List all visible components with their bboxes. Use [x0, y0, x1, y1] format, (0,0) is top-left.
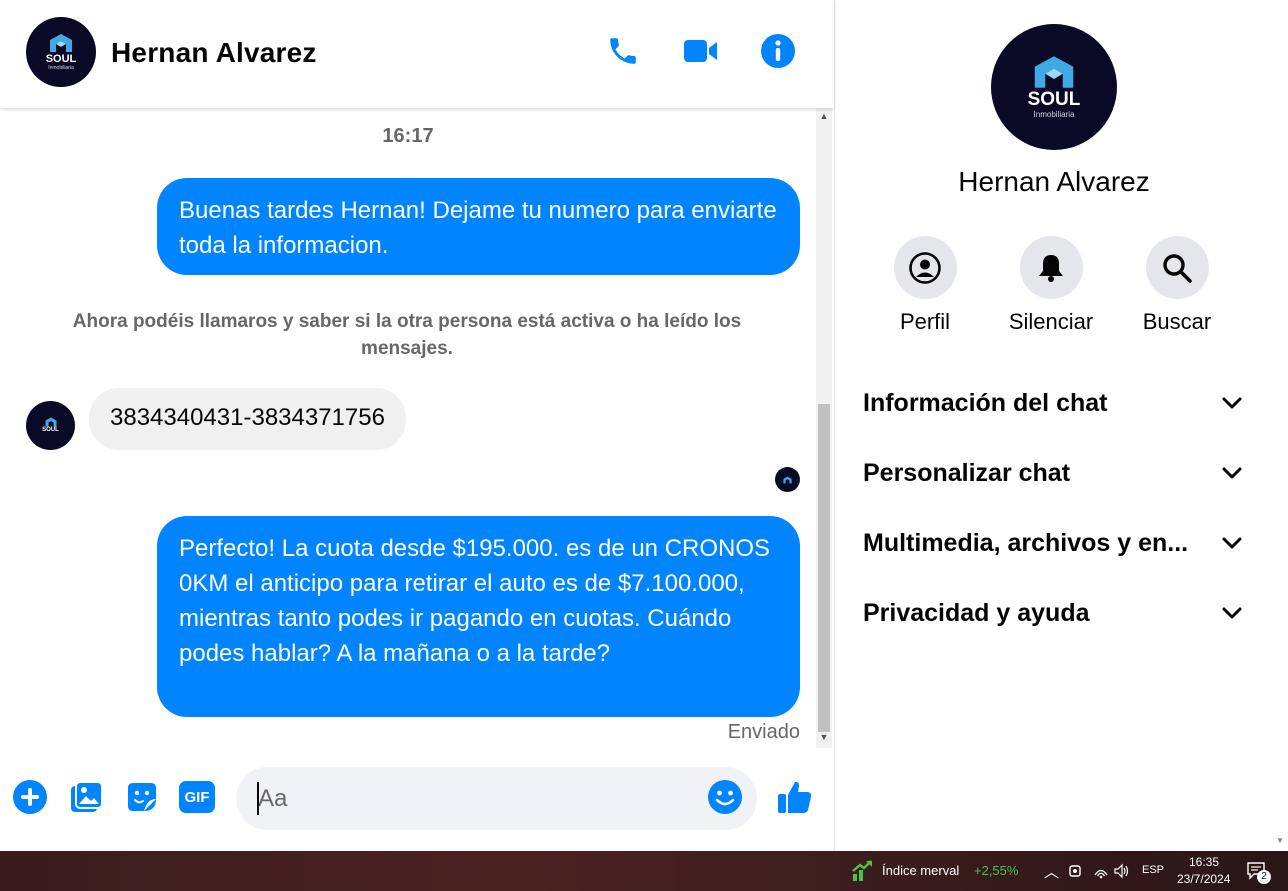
chevron-down-icon	[1222, 607, 1242, 619]
scroll-down-arrow-icon[interactable]: ▼	[819, 732, 829, 742]
system-notice: Ahora podéis llamaros y saber si la otra…	[72, 311, 742, 359]
contact-avatar[interactable]: SOUL	[26, 401, 75, 450]
speaker-icon[interactable]	[1113, 863, 1131, 879]
chat-pane: SOUL Inmobiliaria Hernan Alvarez 16:17 B…	[0, 0, 834, 851]
action-mute[interactable]: Silenciar	[996, 236, 1106, 335]
ticker-change: +2,55%	[974, 863, 1019, 878]
composer: GIF	[0, 755, 834, 845]
sticker-icon	[128, 783, 156, 811]
chat-info-panel: SOUL Inmobiliaria Hernan Alvarez Perfil …	[834, 0, 1288, 851]
read-receipt-avatar	[775, 467, 800, 492]
chat-header: SOUL Inmobiliaria Hernan Alvarez	[0, 0, 834, 108]
outgoing-message[interactable]: Perfecto! La cuota desde $195.000. es de…	[157, 516, 800, 717]
message-scrollbar[interactable]: ▲ ▼	[816, 108, 832, 748]
ticker-name[interactable]: Índice merval	[882, 863, 959, 878]
incoming-message[interactable]: 3834340431-3834371756	[89, 388, 406, 450]
emoji-icon	[708, 780, 742, 814]
soul-logo-icon	[783, 476, 792, 483]
thumbs-up-icon	[778, 781, 812, 813]
section-customize-chat[interactable]: Personalizar chat	[863, 453, 1243, 493]
contact-name[interactable]: Hernan Alvarez	[111, 37, 317, 69]
section-label: Personalizar chat	[863, 458, 1071, 487]
avatar[interactable]: SOUL Inmobiliaria	[26, 17, 96, 87]
more-actions-button[interactable]	[10, 777, 50, 817]
avatar-brand: SOUL	[1027, 89, 1081, 110]
taskbar: Índice merval +2,55% ︿ ESP 16:35 23/7/20…	[0, 851, 1288, 891]
language-indicator[interactable]: ESP	[1142, 864, 1164, 876]
bell-icon	[1039, 254, 1063, 282]
gif-icon: GIF	[179, 781, 215, 813]
action-search[interactable]: Buscar	[1122, 236, 1232, 335]
section-media-files[interactable]: Multimedia, archivos y en...	[863, 523, 1243, 563]
mute-button[interactable]	[1019, 236, 1083, 299]
attach-photo-button[interactable]	[66, 777, 106, 817]
stock-up-icon	[852, 860, 872, 881]
avatar-brand: SOUL	[45, 53, 77, 65]
gif-label: GIF	[184, 788, 210, 806]
scroll-up-arrow-icon[interactable]: ▲	[819, 111, 829, 121]
sent-status: Enviado	[727, 721, 800, 743]
panel-scroll-down-arrow-icon[interactable]: ▼	[1276, 836, 1284, 845]
avatar-brand: SOUL	[42, 427, 59, 433]
clock-date[interactable]: 23/7/2024	[1177, 872, 1230, 886]
chevron-down-icon	[1222, 397, 1242, 409]
chevron-down-icon	[1222, 467, 1242, 479]
section-chat-info[interactable]: Información del chat	[863, 383, 1243, 423]
wifi-icon[interactable]	[1093, 863, 1109, 879]
avatar-sub: Inmobiliaria	[48, 65, 74, 71]
search-button[interactable]	[1145, 236, 1209, 299]
section-privacy-help[interactable]: Privacidad y ayuda	[863, 593, 1243, 633]
profile-avatar[interactable]: SOUL Inmobiliaria	[991, 24, 1117, 150]
info-icon	[761, 34, 795, 68]
profile-icon	[909, 251, 941, 284]
message-list[interactable]: 16:17 Buenas tardes Hernan! Dejame tu nu…	[0, 108, 816, 748]
like-button[interactable]	[775, 777, 815, 817]
soul-logo-icon	[50, 34, 72, 52]
meet-icon[interactable]	[1068, 863, 1082, 879]
clock-time[interactable]: 16:35	[1189, 855, 1219, 869]
chevron-down-icon	[1222, 537, 1242, 549]
avatar-sub: Inmobiliaria	[1033, 110, 1075, 119]
action-profile[interactable]: Perfil	[870, 236, 980, 335]
phone-icon	[610, 38, 636, 64]
text-caret	[257, 782, 259, 815]
show-hidden-icons-chevron-icon[interactable]: ︿	[1044, 861, 1059, 882]
photo-gallery-icon	[71, 781, 103, 812]
call-button[interactable]	[605, 33, 641, 69]
emoji-button[interactable]	[705, 777, 745, 817]
info-button[interactable]	[760, 33, 796, 69]
profile-button[interactable]	[893, 236, 957, 299]
section-label: Privacidad y ayuda	[863, 598, 1090, 627]
scroll-thumb[interactable]	[818, 404, 830, 732]
action-label: Buscar	[1142, 309, 1212, 334]
notification-count-badge: 2	[1257, 870, 1271, 884]
outgoing-message[interactable]: Buenas tardes Hernan! Dejame tu numero p…	[157, 178, 800, 275]
plus-circle-icon	[13, 780, 47, 814]
sticker-button[interactable]	[122, 777, 162, 817]
soul-logo-icon	[45, 417, 56, 427]
gif-button[interactable]: GIF	[177, 777, 217, 817]
video-call-button[interactable]	[683, 33, 719, 69]
section-label: Información del chat	[863, 388, 1108, 417]
video-camera-icon	[684, 40, 717, 62]
profile-name: Hernan Alvarez	[958, 166, 1150, 197]
action-label: Silenciar	[1008, 309, 1094, 334]
action-label: Perfil	[899, 309, 951, 334]
message-timestamp: 16:17	[382, 125, 434, 147]
section-label: Multimedia, archivos y en...	[863, 528, 1189, 557]
search-icon	[1163, 253, 1192, 283]
soul-logo-icon	[1034, 56, 1074, 88]
message-input[interactable]	[236, 767, 757, 830]
